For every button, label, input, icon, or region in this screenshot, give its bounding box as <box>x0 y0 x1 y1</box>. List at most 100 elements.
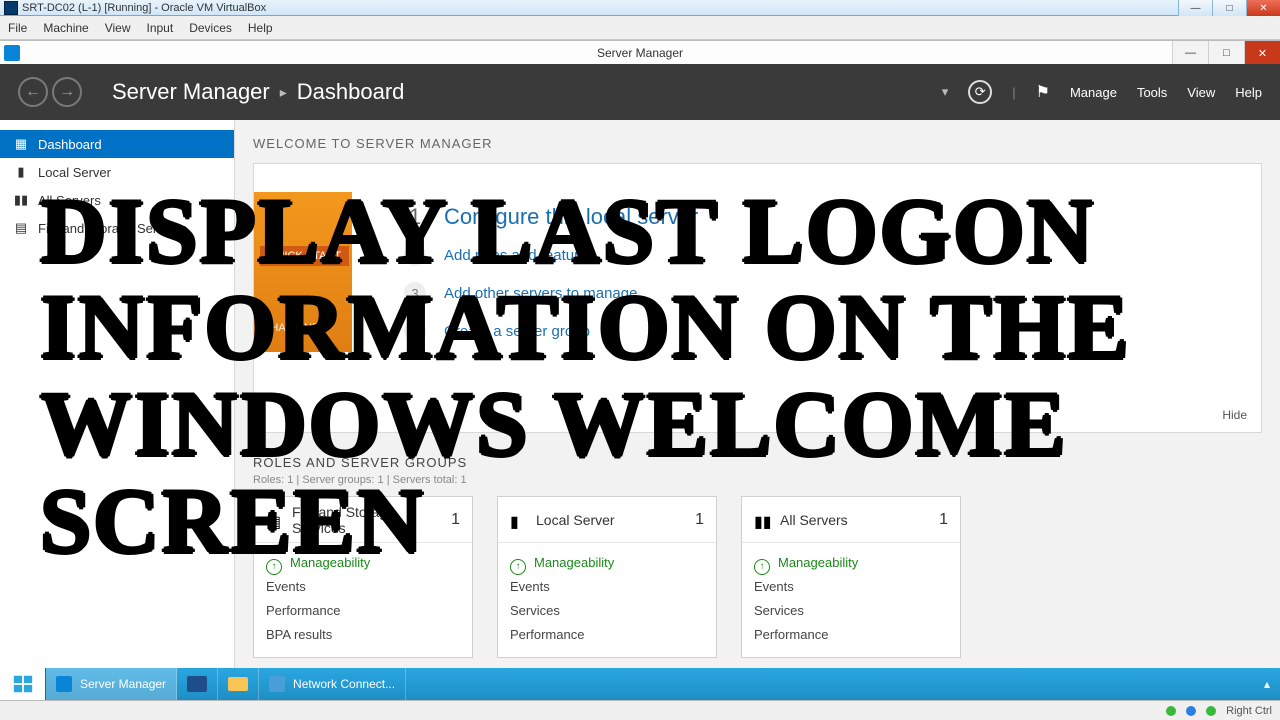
welcome-link-row: 3 Add other servers to manage <box>404 274 1261 312</box>
virtualbox-window-controls: — □ ✕ <box>1178 0 1280 16</box>
whats-new-label: WHAT'S NEW <box>260 322 330 334</box>
virtualbox-statusbar: Right Ctrl <box>0 700 1280 720</box>
step-number: 4 <box>404 320 426 342</box>
server-manager-title-text: Server Manager <box>597 46 683 60</box>
create-server-group-link[interactable]: Create a server group <box>444 323 590 340</box>
tile-row[interactable]: Performance <box>266 599 460 623</box>
taskbar-network-connect[interactable]: Network Connect... <box>259 668 406 700</box>
virtualbox-icon <box>4 1 18 15</box>
header-divider: | <box>1012 85 1015 100</box>
sidebar-item-local-server[interactable]: ▮ Local Server <box>0 158 234 186</box>
taskbar-item-label: Network Connect... <box>293 677 395 691</box>
virtualbox-title-text: SRT-DC02 (L-1) [Running] - Oracle VM Vir… <box>22 2 266 14</box>
tile-title: File and Storage Services <box>292 504 441 536</box>
tile-local-server[interactable]: ▮ Local Server 1 ↑Manageability Events S… <box>497 496 717 658</box>
dashboard-icon: ▦ <box>14 137 28 151</box>
storage-icon: ▤ <box>266 512 282 528</box>
breadcrumb-current: Dashboard <box>297 79 405 105</box>
menu-help[interactable]: Help <box>1235 85 1262 100</box>
add-servers-link[interactable]: Add other servers to manage <box>444 285 637 302</box>
tile-row[interactable]: Performance <box>510 623 704 647</box>
storage-icon: ▤ <box>14 221 28 235</box>
tile-row[interactable]: BPA results <box>266 623 460 647</box>
tile-row[interactable]: Events <box>510 575 704 599</box>
sm-maximize-button[interactable]: □ <box>1208 41 1244 65</box>
tile-count: 1 <box>451 511 460 529</box>
tile-count: 1 <box>939 511 948 529</box>
tile-row-manageability[interactable]: ↑Manageability <box>510 551 704 575</box>
tile-file-storage[interactable]: ▤ File and Storage Services 1 ↑Manageabi… <box>253 496 473 658</box>
vb-menu-view[interactable]: View <box>105 21 131 35</box>
sm-minimize-button[interactable]: — <box>1172 41 1208 65</box>
tile-row[interactable]: Services <box>754 599 948 623</box>
taskbar-explorer[interactable] <box>218 668 259 700</box>
tile-title: All Servers <box>780 512 929 528</box>
tile-count: 1 <box>695 511 704 529</box>
tray-chevron-icon[interactable]: ▴ <box>1264 677 1270 691</box>
sm-close-button[interactable]: ✕ <box>1244 41 1280 65</box>
tile-title: Local Server <box>536 512 685 528</box>
server-manager-window-controls: — □ ✕ <box>1172 41 1280 65</box>
groups-subtitle: Roles: 1 | Server groups: 1 | Servers to… <box>253 474 1262 486</box>
vb-menu-input[interactable]: Input <box>147 21 174 35</box>
servers-icon: ▮▮ <box>754 512 770 528</box>
tile-row[interactable]: Events <box>266 575 460 599</box>
nav-forward-button[interactable]: → <box>52 77 82 107</box>
step-number: 3 <box>404 282 426 304</box>
taskbar-powershell[interactable] <box>177 668 218 700</box>
configure-local-server-link[interactable]: Configure this local server <box>444 204 698 230</box>
quick-start-box: QUICK START WHAT'S NEW <box>254 192 352 352</box>
vb-status-led-icon <box>1166 706 1176 716</box>
menu-tools[interactable]: Tools <box>1137 85 1167 100</box>
notifications-flag-icon[interactable]: ⚑ <box>1036 82 1050 102</box>
welcome-link-row: 2 Add roles and features <box>404 236 1261 274</box>
system-tray[interactable]: ▴ <box>1254 668 1280 700</box>
virtualbox-minimize-button[interactable]: — <box>1178 0 1212 16</box>
welcome-links: 1 Configure this local server 2 Add role… <box>354 182 1261 432</box>
welcome-link-row: 4 Create a server group <box>404 312 1261 350</box>
welcome-panel: QUICK START WHAT'S NEW 1 Configure this … <box>253 163 1262 433</box>
sidebar-item-file-storage[interactable]: ▤ File and Storage Services <box>0 214 234 242</box>
tile-row-manageability[interactable]: ↑Manageability <box>266 551 460 575</box>
vb-menu-devices[interactable]: Devices <box>189 21 232 35</box>
start-button[interactable] <box>0 668 46 700</box>
menu-manage[interactable]: Manage <box>1070 85 1117 100</box>
virtualbox-titlebar: SRT-DC02 (L-1) [Running] - Oracle VM Vir… <box>0 0 1280 16</box>
sidebar: ▦ Dashboard ▮ Local Server ▮▮ All Server… <box>0 120 235 668</box>
vb-menu-file[interactable]: File <box>8 21 27 35</box>
add-roles-link[interactable]: Add roles and features <box>444 247 595 264</box>
host-key-label: Right Ctrl <box>1226 705 1272 717</box>
folder-icon <box>228 677 248 691</box>
virtualbox-close-button[interactable]: ✕ <box>1246 0 1280 16</box>
refresh-button[interactable]: ⟳ <box>968 80 992 104</box>
powershell-icon <box>187 676 207 692</box>
server-manager-taskbar-icon <box>56 676 72 692</box>
vb-menu-help[interactable]: Help <box>248 21 273 35</box>
taskbar-item-label: Server Manager <box>80 677 166 691</box>
welcome-heading: WELCOME TO SERVER MANAGER <box>253 136 1262 151</box>
sidebar-item-dashboard[interactable]: ▦ Dashboard <box>0 130 234 158</box>
tile-row-manageability[interactable]: ↑Manageability <box>754 551 948 575</box>
breadcrumb-separator-icon: ▸ <box>280 84 287 101</box>
hide-welcome-link[interactable]: Hide <box>1222 408 1247 422</box>
tile-row[interactable]: Services <box>510 599 704 623</box>
header-dropdown-icon[interactable]: ▾ <box>942 84 949 100</box>
breadcrumb-root[interactable]: Server Manager <box>112 79 270 105</box>
server-icon: ▮ <box>14 165 28 179</box>
tile-row[interactable]: Events <box>754 575 948 599</box>
virtualbox-maximize-button[interactable]: □ <box>1212 0 1246 16</box>
sidebar-item-label: All Servers <box>38 193 101 208</box>
vb-menu-machine[interactable]: Machine <box>43 21 88 35</box>
sidebar-item-all-servers[interactable]: ▮▮ All Servers <box>0 186 234 214</box>
server-manager-icon <box>4 45 20 61</box>
tile-all-servers[interactable]: ▮▮ All Servers 1 ↑Manageability Events S… <box>741 496 961 658</box>
header-right-controls: ▾ ⟳ | ⚑ Manage Tools View Help <box>942 80 1262 104</box>
taskbar-server-manager[interactable]: Server Manager <box>46 668 177 700</box>
nav-back-button[interactable]: ← <box>18 77 48 107</box>
quick-start-column: QUICK START WHAT'S NEW <box>254 182 354 432</box>
server-manager-header: ← → Server Manager ▸ Dashboard ▾ ⟳ | ⚑ M… <box>0 64 1280 120</box>
step-number: 1 <box>404 206 426 228</box>
tile-row[interactable]: Performance <box>754 623 948 647</box>
welcome-link-row: 1 Configure this local server <box>404 198 1261 236</box>
menu-view[interactable]: View <box>1187 85 1215 100</box>
